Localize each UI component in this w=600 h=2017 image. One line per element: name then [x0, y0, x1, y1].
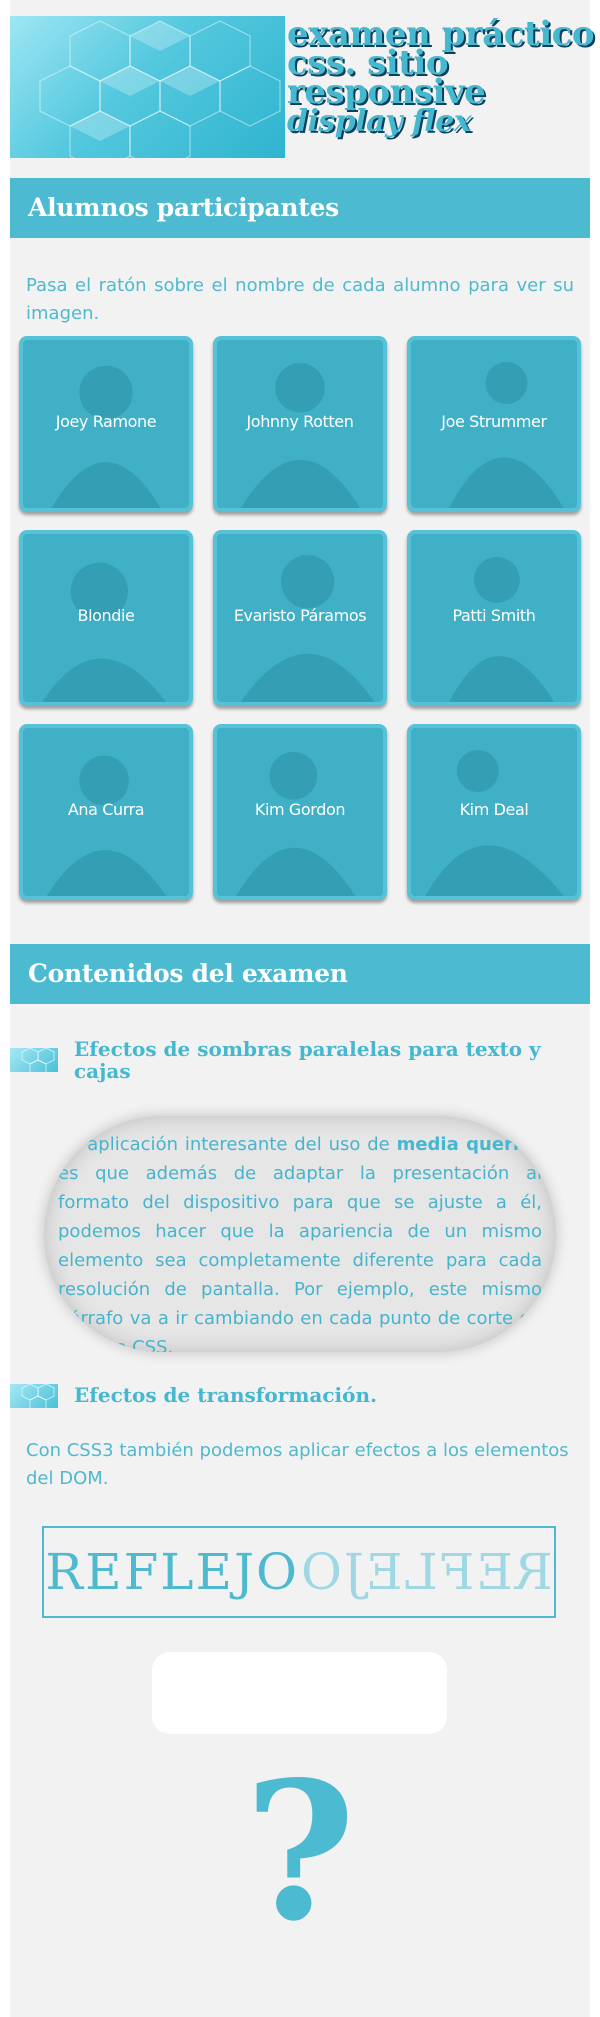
student-card[interactable]: Ana Curra — [19, 724, 193, 900]
transform-demo-box[interactable] — [152, 1652, 447, 1734]
page-title: examen práctico css. sitio responsive di… — [287, 17, 597, 139]
transform-intro: Con CSS3 también podemos aplicar efectos… — [26, 1440, 569, 1489]
student-name[interactable]: Joe Strummer — [411, 412, 577, 431]
transform-section-title: Efectos de transformación. — [74, 1383, 377, 1407]
mirrored-word: REFLEJO — [299, 1543, 553, 1601]
student-card[interactable]: Joey Ramone — [19, 336, 193, 512]
section-header-students: Alumnos participantes — [10, 178, 590, 238]
page-subtitle: display flex — [287, 104, 472, 139]
media-queries-highlight: media queries — [396, 1134, 543, 1155]
shadow-text-start: na aplicación interesante del uso de — [58, 1134, 397, 1155]
shadow-text-end: es que además de adaptar la presentación… — [58, 1163, 542, 1352]
student-card[interactable]: Johnny Rotten — [213, 336, 387, 512]
reflection-demo-box: REFLEJOREFLEJO — [42, 1526, 556, 1618]
title-line-3: responsive — [287, 72, 486, 112]
student-card[interactable]: Blondie — [19, 530, 193, 706]
student-card[interactable]: Kim Gordon — [213, 724, 387, 900]
student-name[interactable]: Joey Ramone — [23, 412, 189, 431]
student-name[interactable]: Kim Gordon — [217, 800, 383, 819]
hexagon-bullet-icon — [10, 1048, 58, 1072]
header-banner-image — [10, 16, 285, 158]
student-name[interactable]: Patti Smith — [411, 606, 577, 625]
student-card[interactable]: Joe Strummer — [407, 336, 581, 512]
question-mark-icon: ? — [244, 1740, 356, 1963]
reflection-word: REFLEJO — [45, 1543, 299, 1601]
section-header-contents: Contenidos del examen — [10, 944, 590, 1004]
shadow-demo-text: na aplicación interesante del uso de med… — [58, 1130, 542, 1352]
student-name[interactable]: Johnny Rotten — [217, 412, 383, 431]
reflection-text: REFLEJOREFLEJO — [44, 1542, 554, 1602]
students-intro: Pasa el ratón sobre el nombre de cada al… — [26, 275, 574, 324]
student-name[interactable]: Evaristo Páramos — [217, 606, 383, 625]
students-grid: Joey Ramone Johnny Rotten Joe Strummer B… — [19, 336, 581, 906]
hexagon-bullet-icon — [10, 1384, 58, 1408]
student-card[interactable]: Evaristo Páramos — [213, 530, 387, 706]
shadow-demo-box: na aplicación interesante del uso de med… — [44, 1116, 556, 1352]
student-name[interactable]: Ana Curra — [23, 800, 189, 819]
hexagon-pattern-icon — [39, 20, 281, 158]
shadows-section-title: Efectos de sombras paralelas para texto … — [74, 1037, 541, 1083]
student-name[interactable]: Kim Deal — [411, 800, 577, 819]
student-card[interactable]: Kim Deal — [407, 724, 581, 900]
student-name[interactable]: Blondie — [23, 606, 189, 625]
student-card[interactable]: Patti Smith — [407, 530, 581, 706]
